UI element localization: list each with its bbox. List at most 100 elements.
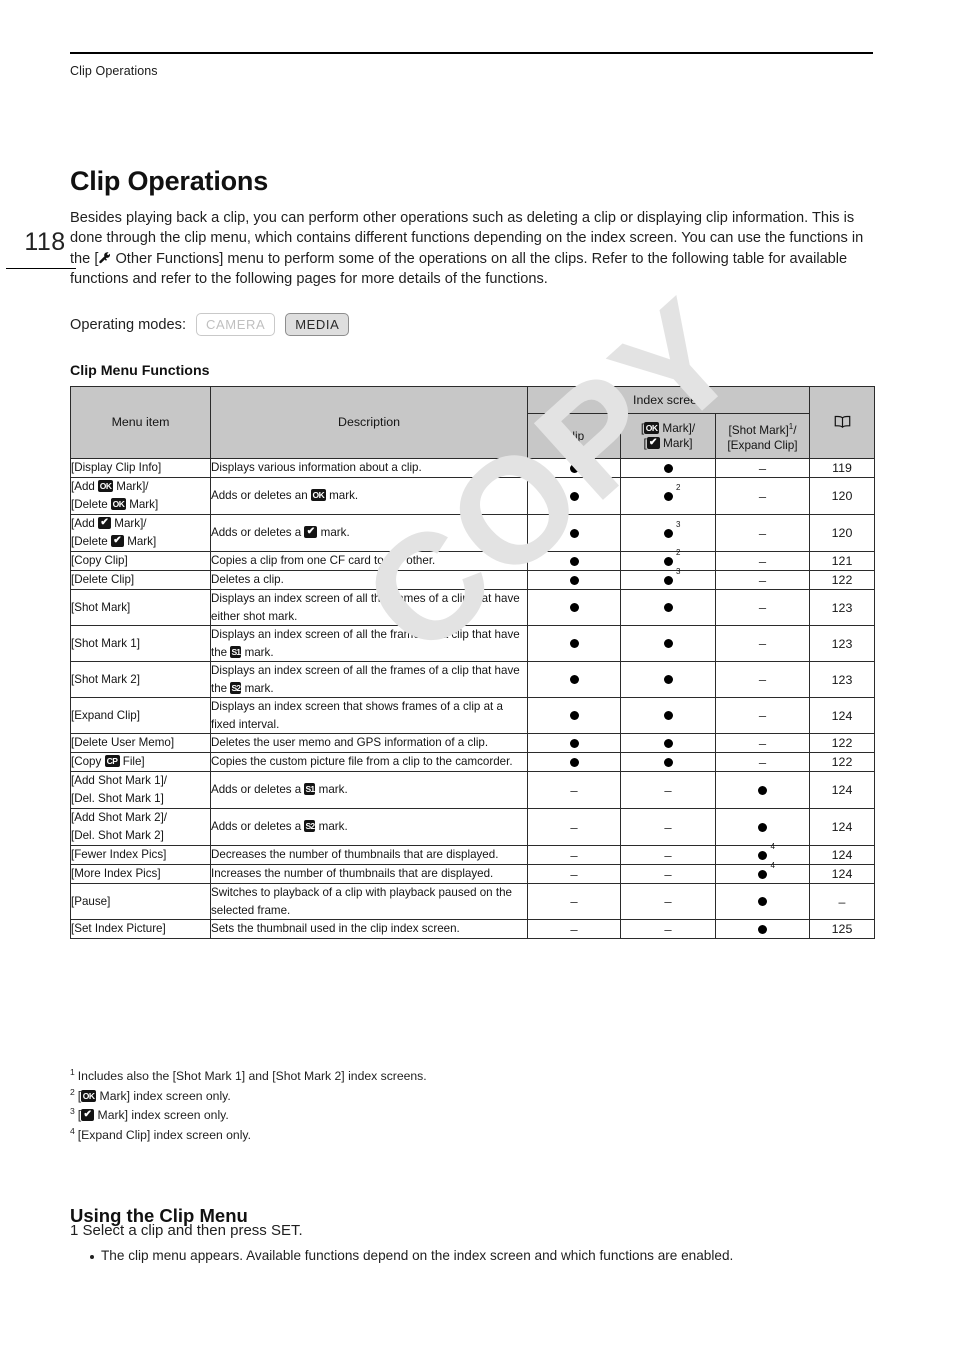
- clip-unavailable: –: [570, 847, 578, 863]
- shot-available: 4: [758, 861, 775, 881]
- cell-ok-check-mark: –: [620, 864, 716, 884]
- filled-dot-icon: [663, 603, 673, 613]
- cell-page-reference: 124: [809, 864, 875, 884]
- filled-dot-icon: [569, 575, 579, 585]
- ok-mark-icon: OK: [310, 489, 326, 502]
- filled-dot-icon: [663, 463, 673, 473]
- clip-available: [569, 527, 579, 540]
- cell-ok-check-mark: 2: [620, 548, 716, 571]
- cell-page-reference: 122: [809, 570, 875, 590]
- shot-available: [758, 923, 767, 936]
- table-row: [Set Index Picture] Sets the thumbnail us…: [70, 919, 875, 939]
- cell-page-reference: 125: [809, 919, 875, 939]
- cell-menu-item: [Add Shot Mark 1]/ [Del. Shot Mark 1]: [70, 771, 211, 809]
- mode-pill-camera: CAMERA: [196, 313, 276, 336]
- cell-description: Increases the number of thumbnails that …: [210, 864, 528, 884]
- cell-description: Deletes the user memo and GPS informatio…: [210, 733, 528, 753]
- cell-description: Copies the custom picture file from a cl…: [210, 752, 528, 772]
- shot-unavailable: –: [758, 488, 767, 504]
- menu-item-line: [Fewer Index Pics]: [71, 848, 167, 861]
- footnote-number: 3: [70, 1106, 75, 1117]
- table-body: [Display Clip Info] Displays various info…: [70, 458, 875, 939]
- cell-description: Sets the thumbnail used in the clip inde…: [210, 919, 528, 939]
- col-header-description: Description: [210, 386, 528, 459]
- cell-shot-mark-expand-clip: 4: [715, 861, 810, 884]
- filled-dot-icon: [569, 556, 579, 566]
- clip-available: [569, 756, 579, 769]
- cell-description: Switches to playback of a clip with play…: [210, 883, 528, 920]
- mark-available: [663, 737, 673, 750]
- cell-menu-item: [Shot Mark 2]: [70, 661, 211, 698]
- shot-mark-2-icon: S2: [304, 820, 316, 833]
- cell-shot-mark-expand-clip: [715, 771, 810, 809]
- cell-page-reference: 120: [809, 477, 875, 515]
- check-mark-icon: ✔: [98, 517, 112, 529]
- cell-description: Displays an index screen of all the fram…: [210, 625, 528, 662]
- table-head: Menu item Description Index screen Clip …: [70, 386, 875, 459]
- cell-description: Adds or deletes an OK mark.: [210, 477, 528, 515]
- cell-page-reference: 123: [809, 589, 875, 626]
- footnote-ref: 3: [676, 566, 681, 576]
- cell-page-reference: 121: [809, 551, 875, 571]
- cell-menu-item: [Add OK Mark]/[Delete OK Mark]: [70, 477, 211, 515]
- clip-unavailable: –: [570, 921, 578, 937]
- mark-unavailable: –: [664, 866, 672, 882]
- cell-ok-check-mark: [620, 458, 716, 478]
- cell-description: Decreases the number of thumbnails that …: [210, 845, 528, 865]
- menu-item-line: [Delete Clip]: [71, 573, 135, 586]
- table-row: [Shot Mark 2] Displays an index screen of…: [70, 661, 875, 698]
- mark-available: [663, 462, 673, 475]
- menu-item-line: [Pause]: [71, 894, 111, 908]
- cell-menu-item: [Display Clip Info]: [70, 458, 211, 478]
- cell-ok-check-mark: [620, 625, 716, 662]
- cell-clip: [527, 661, 621, 698]
- operating-modes: Operating modes: CAMERA MEDIA: [70, 313, 350, 336]
- cell-clip: [527, 697, 621, 734]
- clip-menu-functions-table: Menu item Description Index screen Clip …: [70, 386, 875, 939]
- cell-menu-item: [Fewer Index Pics]: [70, 845, 211, 865]
- cell-description: Adds or deletes a S2 mark.: [210, 808, 528, 846]
- footnote-ref: 4: [770, 860, 775, 870]
- cell-ok-check-mark: 2: [620, 477, 716, 515]
- cell-page-reference: 122: [809, 733, 875, 753]
- col-header-index-screen: Index screen: [527, 386, 810, 414]
- cell-clip: –: [527, 771, 621, 809]
- shot-unavailable: –: [758, 525, 767, 541]
- filled-dot-icon: [758, 822, 767, 832]
- filled-dot-icon: [569, 757, 579, 767]
- filled-dot-icon: [663, 711, 673, 721]
- shot-unavailable: –: [758, 572, 767, 588]
- footnote: 2[OK Mark] index screen only.: [70, 1085, 770, 1105]
- cell-shot-mark-expand-clip: –: [715, 551, 810, 571]
- cell-menu-item: [More Index Pics]: [70, 864, 211, 884]
- menu-item-line: Mark]: [125, 498, 159, 511]
- mark-available: 3: [663, 567, 681, 587]
- mark-available: [663, 637, 673, 650]
- mark-available: [663, 709, 673, 722]
- clip-unavailable: –: [570, 782, 578, 798]
- menu-item-line: Mark]/: [111, 517, 147, 530]
- cell-shot-mark-expand-clip: –: [715, 570, 810, 590]
- cell-shot-mark-expand-clip: –: [715, 752, 810, 772]
- footnote-text: [Expand Clip] index screen only.: [77, 1128, 251, 1143]
- cell-menu-item: [Pause]: [70, 883, 211, 920]
- shot-unavailable: –: [758, 460, 767, 476]
- footnote: 3[✔ Mark] index screen only.: [70, 1104, 770, 1124]
- cell-ok-check-mark: –: [620, 845, 716, 865]
- menu-item-line: [Add Shot Mark 2]/: [71, 811, 168, 824]
- filled-dot-icon: [663, 556, 673, 566]
- menu-item-line: [Add: [71, 517, 99, 530]
- shot-unavailable: –: [758, 600, 767, 615]
- menu-item-line: Mark]: [123, 535, 157, 548]
- shot-mark-1-icon: S1: [230, 645, 242, 658]
- cell-shot-mark-expand-clip: –: [715, 697, 810, 734]
- ok-mark-icon: OK: [110, 498, 126, 510]
- shot-available: 4: [758, 842, 775, 862]
- cell-ok-check-mark: –: [620, 771, 716, 809]
- ok-mark-icon: OK: [644, 422, 660, 434]
- table-row: [Delete User Memo] Deletes the user memo …: [70, 733, 875, 753]
- shot-unavailable: –: [758, 754, 767, 770]
- step-1: 1 Select a clip and then press SET.: [70, 1222, 303, 1239]
- cell-ok-check-mark: [620, 661, 716, 698]
- cell-page-reference: 124: [809, 845, 875, 865]
